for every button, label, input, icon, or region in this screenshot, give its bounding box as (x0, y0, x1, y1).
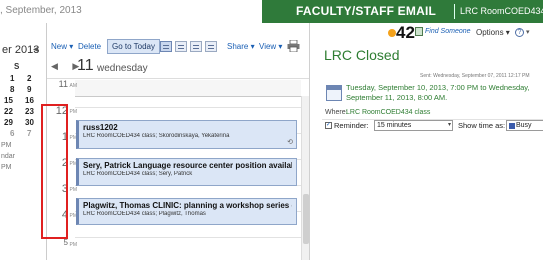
mini-calendar-date[interactable]: 6 (10, 129, 14, 138)
appointment-location: LRC RoomCOED434 class; Sery, Patrick (83, 171, 193, 177)
calendar-toolbar: New ▾ Delete Go to Today Share ▾ View ▾ (47, 38, 309, 56)
go-to-today-button[interactable]: Go to Today (107, 39, 160, 54)
work-week-view-icon[interactable] (175, 41, 187, 52)
brand-banner: FACULTY/STAFF EMAIL LRC RoomCOED434 clas… (262, 0, 543, 23)
mini-pm-label: PM (1, 142, 12, 149)
day-view-scrollbar[interactable] (301, 96, 309, 260)
item-title: LRC Closed (324, 47, 400, 63)
mini-calendar: er 2013 ◂ S 1 2 8 9 15 16 22 23 29 30 6 … (0, 23, 47, 260)
help-icon[interactable]: ? (515, 28, 524, 37)
reminder-select[interactable]: 15 minutes ▾ (374, 120, 453, 131)
show-time-as-label: Show time as: (458, 121, 506, 130)
share-button[interactable]: Share ▾ (227, 40, 255, 54)
recurring-icon: ⟲ (287, 139, 293, 146)
hour-line (75, 237, 301, 238)
address-book-icon[interactable] (415, 27, 423, 36)
score-icon (388, 29, 396, 37)
day-view-icon[interactable] (160, 41, 172, 52)
appointment-location: LRC RoomCOED434 class; Plagwitz, Thomas (83, 211, 206, 217)
show-time-as-value: Busy (516, 122, 532, 129)
day-header-label: S (14, 62, 20, 71)
show-time-as-select[interactable]: Busy (506, 120, 543, 131)
mini-calendar-week: 15 16 (0, 96, 46, 107)
appointment[interactable]: Sery, Patrick Language resource center p… (76, 158, 297, 186)
all-day-band[interactable] (75, 80, 301, 97)
mini-calendar-date[interactable]: 30 (25, 118, 34, 127)
reminder-label: Reminder: (334, 121, 369, 130)
calendar-icon (326, 85, 342, 101)
event-when: Tuesday, September 10, 2013, 7:00 PM to … (346, 83, 530, 102)
mini-calendar-prev-icon[interactable]: ◂ (33, 44, 38, 55)
mini-calendar-date[interactable]: 1 (10, 74, 14, 83)
print-icon[interactable] (287, 40, 300, 52)
calendar-section-label: ndar (1, 153, 16, 160)
banner-location: LRC RoomCOED434 class (460, 6, 543, 16)
mini-calendar-week: 29 30 (0, 118, 46, 129)
banner-divider (454, 4, 455, 19)
mini-calendar-date[interactable]: 9 (27, 85, 31, 94)
mini-calendar-day-header: S (0, 62, 46, 72)
help-dropdown-icon[interactable]: ▾ (526, 28, 530, 36)
reminder-checkbox[interactable]: ✓ (325, 122, 332, 129)
top-bar: , September, 2013 FACULTY/STAFF EMAIL LR… (0, 0, 543, 23)
mini-pm-label: PM (1, 164, 12, 171)
hour-line (75, 107, 301, 108)
reminder-value: 15 minutes (377, 122, 412, 129)
appointment-subject: russ1202 (83, 123, 118, 132)
month-view-icon[interactable] (205, 41, 217, 52)
find-someone-link[interactable]: Find Someone (425, 28, 471, 35)
where-value: LRC RoomCOED434 class (346, 109, 431, 116)
mini-calendar-date[interactable]: 2 (27, 74, 31, 83)
delete-button[interactable]: Delete (78, 40, 101, 54)
mini-calendar-date[interactable]: 8 (10, 85, 14, 94)
reading-pane: 42 Find Someone Options ▾ ? ▾ LRC Closed… (309, 23, 543, 260)
mini-calendar-week: 6 7 (0, 129, 46, 140)
day-name: wednesday (97, 63, 148, 74)
mini-calendar-week: 22 23 (0, 107, 46, 118)
appointment-subject: Sery, Patrick Language resource center p… (83, 161, 292, 170)
mini-calendar-date[interactable]: 23 (25, 107, 34, 116)
where-label: Where: (325, 109, 348, 116)
view-button[interactable]: View ▾ (259, 40, 282, 54)
address-score: 42 (396, 23, 415, 42)
brand-title: FACULTY/STAFF EMAIL (296, 4, 437, 18)
busy-color-swatch (509, 123, 515, 129)
mini-calendar-week: 1 2 (0, 74, 46, 85)
week-view-icon[interactable] (190, 41, 202, 52)
new-button[interactable]: New ▾ (51, 40, 73, 54)
chevron-down-icon: ▾ (447, 122, 451, 128)
sent-timestamp: Sent: Wednesday, September 07, 2011 12:1… (420, 73, 530, 79)
mini-calendar-date[interactable]: 29 (4, 118, 13, 127)
mini-calendar-date[interactable]: 16 (25, 96, 34, 105)
appointment-subject: Plagwitz, Thomas CLINIC: planning a work… (83, 201, 292, 210)
header-date: , September, 2013 (0, 5, 82, 16)
options-button[interactable]: Options ▾ (476, 28, 510, 37)
mini-calendar-date[interactable]: 15 (4, 96, 13, 105)
appointment[interactable]: russ1202 LRC RoomCOED434 class; Skorodin… (76, 120, 297, 149)
highlight-box (41, 104, 68, 239)
mini-calendar-date[interactable]: 7 (27, 129, 31, 138)
appointment[interactable]: Plagwitz, Thomas CLINIC: planning a work… (76, 198, 297, 225)
mini-calendar-date[interactable]: 22 (4, 107, 13, 116)
date-header: ◀ ▶ 11 wednesday (47, 56, 309, 78)
mini-calendar-week: 8 9 (0, 85, 46, 96)
appointment-location: LRC RoomCOED434 class; Skorodinskaya, Ye… (83, 133, 230, 139)
day-number: 11 (77, 57, 94, 74)
